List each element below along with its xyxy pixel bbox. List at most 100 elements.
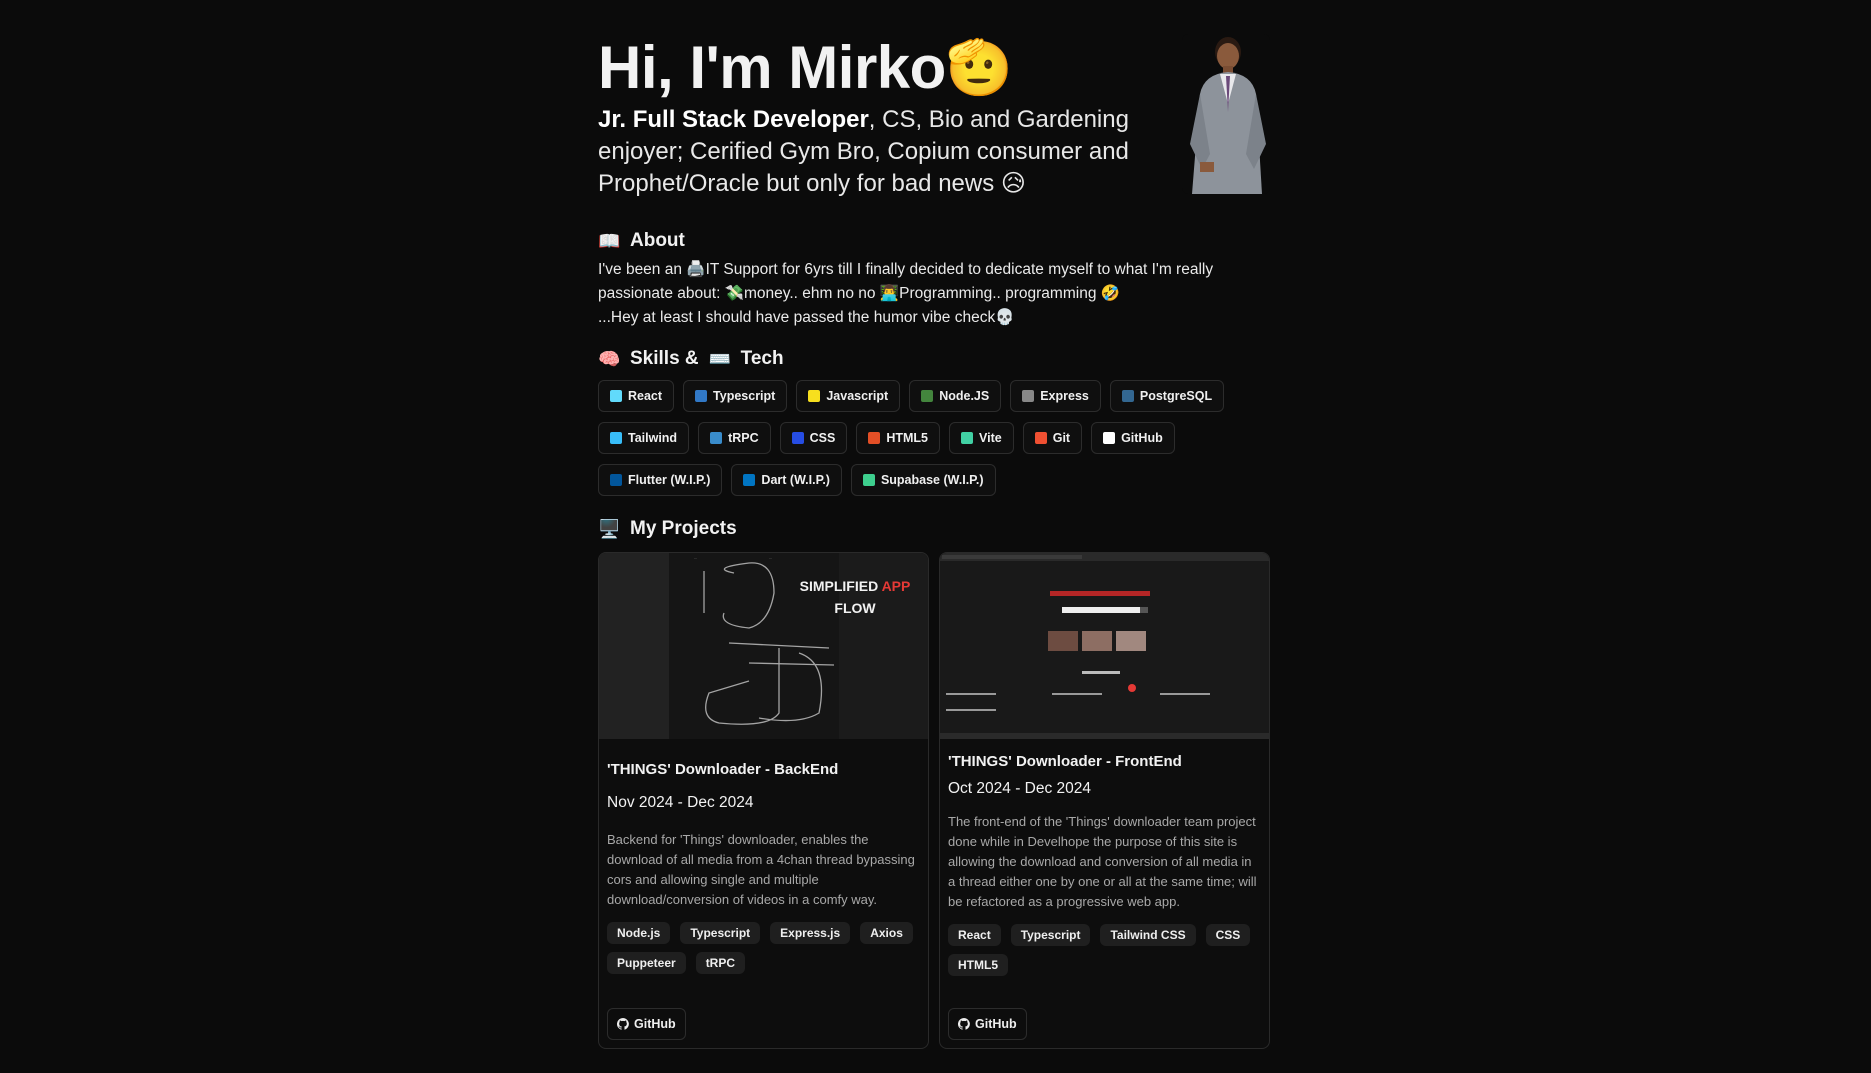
brain-icon: 🧠 xyxy=(598,348,621,369)
projects-section: 🖥️ My Projects ... ... SIMPLIFIED APP FL… xyxy=(598,518,1270,1049)
skill-badge-list: React Typescript Javascript Node.JS Express P… xyxy=(598,380,1270,496)
skill-badge: HTML5 xyxy=(856,422,941,454)
skills-heading: 🧠 Skills & ⌨️ Tech xyxy=(598,348,1270,370)
javascript-icon xyxy=(808,390,821,402)
book-icon: 📖 xyxy=(598,230,621,251)
skill-label: HTML5 xyxy=(886,431,929,445)
skills-title-part: Tech xyxy=(740,348,784,369)
typescript-icon xyxy=(695,390,708,402)
trpc-icon xyxy=(710,432,723,444)
github-icon xyxy=(617,1018,629,1030)
tech-tag: Axios xyxy=(860,922,913,944)
tech-tag: tRPC xyxy=(695,952,746,974)
printer-icon: 🖨️ xyxy=(686,261,706,278)
project-title: 'THINGS' Downloader - BackEnd xyxy=(607,761,839,778)
sad-emoji: 😥 xyxy=(1000,170,1026,197)
project-thumbnail xyxy=(940,553,1269,739)
postgresql-icon xyxy=(1121,390,1134,402)
thumbnail-caption-part: FLOW xyxy=(834,600,876,616)
react-icon xyxy=(610,390,622,402)
project-description: The front-end of the 'Things' downloader… xyxy=(948,814,1257,909)
tech-tag: CSS xyxy=(1205,924,1251,946)
github-link-button[interactable]: GitHub xyxy=(948,1008,1027,1040)
supabase-icon xyxy=(862,474,875,486)
github-link-label: GitHub xyxy=(975,1017,1017,1031)
skill-label: Dart (W.I.P.) xyxy=(761,473,830,487)
skill-label: Git xyxy=(1052,431,1071,445)
skill-badge: Typescript xyxy=(683,380,788,412)
skill-badge: Git xyxy=(1022,422,1083,454)
hero-tagline: Jr. Full Stack Developer, CS, Bio and Ga… xyxy=(598,104,1138,200)
github-icon xyxy=(1103,432,1116,444)
skill-label: Node.JS xyxy=(939,389,990,403)
skill-badge: Express xyxy=(1010,380,1101,412)
nodejs-icon xyxy=(921,390,934,402)
skill-label: Typescript xyxy=(713,389,776,403)
laugh-icon: 🤣 xyxy=(1100,285,1121,302)
skill-badge: Javascript xyxy=(796,380,901,412)
thumbnail-caption: SIMPLIFIED APP FLOW xyxy=(795,575,915,619)
about-text-part: I've been an xyxy=(598,261,687,278)
projects-heading: 🖥️ My Projects xyxy=(598,518,1270,540)
tech-tag: HTML5 xyxy=(948,954,1008,976)
skill-label: Flutter (W.I.P.) xyxy=(628,473,711,487)
skill-badge: Node.JS xyxy=(909,380,1002,412)
project-list: ...... SIMPLIFIED APP FLOW 'THINGS' Down… xyxy=(598,552,1270,1049)
hero-name: Hi, I'm Mirko xyxy=(598,34,946,101)
about-heading: 📖 About xyxy=(598,230,1270,252)
skill-badge: GitHub xyxy=(1091,422,1175,454)
flutter-icon xyxy=(610,474,622,486)
page-title: Hi, I'm Mirko🫡 xyxy=(598,34,1270,102)
project-description: Backend for 'Things' downloader, enables… xyxy=(607,832,915,907)
avatar xyxy=(1182,34,1270,194)
coder-icon: 👨‍💻 xyxy=(879,285,900,302)
skills-title-part: Skills & xyxy=(630,348,699,369)
skill-badge: React xyxy=(598,380,675,412)
thumbnail-caption-part: SIMPLIFIED xyxy=(799,578,879,594)
skill-label: PostgreSQL xyxy=(1139,389,1213,403)
tech-tag: React xyxy=(948,924,1001,946)
about-title: About xyxy=(630,230,685,251)
skill-badge: Dart (W.I.P.) xyxy=(731,464,842,496)
github-link-button[interactable]: GitHub xyxy=(607,1008,686,1040)
project-card: ...... SIMPLIFIED APP FLOW 'THINGS' Down… xyxy=(598,552,929,1049)
dart-icon xyxy=(743,474,756,486)
skill-label: tRPC xyxy=(728,431,759,445)
vite-icon xyxy=(961,432,974,444)
skill-label: Tailwind xyxy=(628,431,678,445)
project-title: 'THINGS' Downloader - FrontEnd xyxy=(948,753,1182,770)
tailwind-icon xyxy=(610,432,622,444)
salute-emoji: 🫡 xyxy=(945,38,1013,98)
keyboard-icon: ⌨️ xyxy=(708,348,732,369)
project-date: Nov 2024 - Dec 2024 xyxy=(607,794,754,811)
skill-label: React xyxy=(628,389,663,403)
skill-label: Supabase (W.I.P.) xyxy=(880,473,984,487)
skill-label: GitHub xyxy=(1121,431,1163,445)
skill-label: Vite xyxy=(979,431,1002,445)
css-icon xyxy=(791,432,804,444)
html5-icon xyxy=(868,432,881,444)
monitor-icon: 🖥️ xyxy=(598,518,621,539)
skill-badge: CSS xyxy=(779,422,848,454)
skill-badge: PostgreSQL xyxy=(1109,380,1225,412)
hero-role: Jr. Full Stack Developer xyxy=(598,106,869,133)
tech-tag: Typescript xyxy=(1010,924,1091,946)
project-card-body: 'THINGS' Downloader - BackEnd Nov 2024 -… xyxy=(599,739,928,974)
tech-tag: Node.js xyxy=(607,922,671,944)
about-text: I've been an 🖨️IT Support for 6yrs till … xyxy=(598,258,1270,330)
skill-badge: Flutter (W.I.P.) xyxy=(598,464,723,496)
project-thumbnail: ...... SIMPLIFIED APP FLOW xyxy=(599,553,928,739)
project-date: Oct 2024 - Dec 2024 xyxy=(948,780,1092,797)
express-icon xyxy=(1022,390,1035,402)
github-icon xyxy=(958,1018,970,1030)
tech-tag: Express.js xyxy=(770,922,851,944)
about-section: 📖 About I've been an 🖨️IT Support for 6yr… xyxy=(598,230,1270,330)
project-tag-list: React Typescript Tailwind CSS CSS HTML5 xyxy=(948,924,1261,976)
hero-section: Hi, I'm Mirko🫡 Jr. Full Stack Developer,… xyxy=(598,34,1270,204)
portfolio-page: Hi, I'm Mirko🫡 Jr. Full Stack Developer,… xyxy=(598,0,1270,1049)
skill-badge: Tailwind xyxy=(598,422,690,454)
skill-badge: Supabase (W.I.P.) xyxy=(850,464,996,496)
skills-section: 🧠 Skills & ⌨️ Tech React Typescript Javascrip… xyxy=(598,348,1270,496)
tech-tag: Tailwind CSS xyxy=(1100,924,1196,946)
skill-label: Express xyxy=(1040,389,1089,403)
